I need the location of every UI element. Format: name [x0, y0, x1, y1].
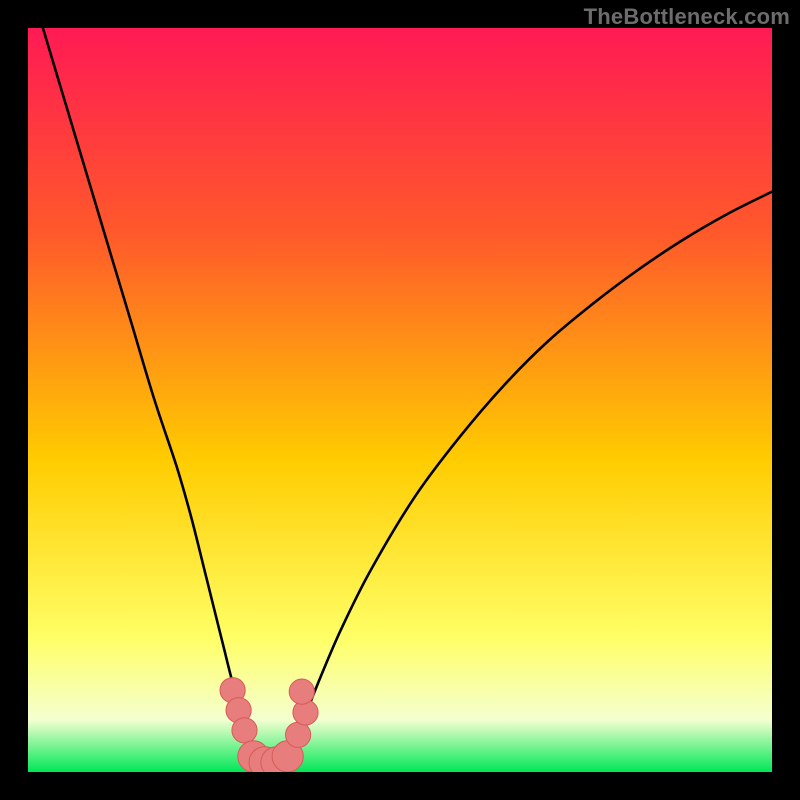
plot-area: [28, 28, 772, 772]
outer-frame: TheBottleneck.com: [0, 0, 800, 800]
curve-marker: [286, 722, 311, 747]
chart-svg: [28, 28, 772, 772]
curve-marker: [232, 718, 257, 743]
watermark-text: TheBottleneck.com: [584, 4, 790, 30]
gradient-background: [28, 28, 772, 772]
curve-marker: [289, 679, 314, 704]
